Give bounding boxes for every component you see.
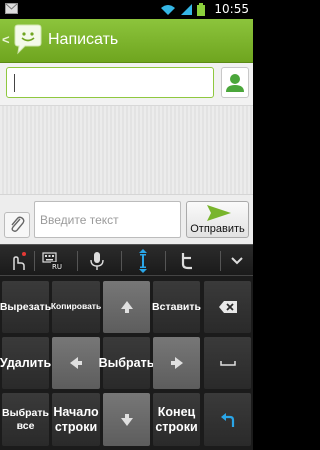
clock: 10:55: [214, 2, 249, 16]
line-end-key-label: Конец строки: [155, 405, 198, 434]
space-icon: [219, 361, 236, 366]
paste-key[interactable]: Вставить: [152, 281, 201, 333]
arrow-up-key[interactable]: [103, 281, 150, 333]
keyboard-language-icon: RU: [42, 252, 63, 271]
gesture-icon: [13, 252, 26, 270]
cut-key-label: Вырезать: [0, 300, 52, 313]
editing-keyboard: Вырезать Копировать Вставить Удалить Выб…: [0, 276, 253, 450]
undo-key[interactable]: [204, 393, 251, 446]
arrow-right-icon: [170, 357, 183, 369]
arrow-right-key[interactable]: [153, 337, 200, 389]
microphone-button[interactable]: [80, 245, 114, 277]
keyboard-language-button[interactable]: RU: [35, 245, 69, 277]
page-title: Написать: [48, 31, 119, 48]
keyboard-toolbar: RU: [0, 244, 253, 276]
send-button[interactable]: Отправить: [186, 201, 249, 238]
twitter-icon: [181, 253, 192, 270]
select-key-label: Выбрать: [98, 355, 155, 370]
twitter-button[interactable]: [170, 245, 204, 277]
back-button[interactable]: <: [2, 32, 10, 47]
select-all-key-label: Выбрать все: [2, 407, 49, 432]
message-placeholder: Введите текст: [40, 213, 119, 227]
send-arrow-icon: [207, 205, 231, 221]
delete-key-label: Удалить: [0, 355, 52, 370]
text-cursor-button[interactable]: [126, 245, 160, 277]
app-logo-icon[interactable]: [11, 24, 45, 56]
arrow-down-key[interactable]: [103, 393, 150, 446]
compose-bar: Введите текст Отправить: [0, 194, 253, 244]
contact-icon: [226, 74, 244, 92]
microphone-icon: [90, 252, 104, 270]
signal-icon: [181, 3, 192, 15]
delete-key[interactable]: Удалить: [0, 337, 52, 389]
backspace-key[interactable]: [204, 281, 251, 333]
line-start-key-label: Начало строки: [53, 405, 99, 434]
action-bar: < Написать: [0, 19, 253, 63]
text-caret: [14, 74, 15, 92]
conversation-area: [0, 106, 253, 194]
select-all-key[interactable]: Выбрать все: [2, 393, 49, 446]
gesture-button[interactable]: [0, 245, 34, 277]
recipient-input[interactable]: [6, 67, 214, 98]
attach-button[interactable]: [4, 212, 30, 238]
toolbar-divider: [77, 251, 78, 271]
chevron-down-icon: [231, 257, 243, 265]
message-input[interactable]: Введите текст: [34, 201, 181, 238]
wifi-icon: [161, 4, 175, 15]
arrow-up-icon: [120, 301, 133, 313]
line-end-key[interactable]: Конец строки: [153, 393, 200, 446]
toolbar-divider: [121, 251, 122, 271]
cut-key[interactable]: Вырезать: [0, 281, 52, 333]
select-key[interactable]: Выбрать: [99, 337, 154, 389]
space-key[interactable]: [204, 337, 251, 389]
mail-icon: [5, 3, 18, 14]
paste-key-label: Вставить: [152, 300, 201, 313]
recipient-bar: [0, 63, 253, 106]
backspace-icon: [218, 301, 237, 313]
text-cursor-icon: [139, 249, 147, 273]
line-start-key[interactable]: Начало строки: [52, 393, 100, 446]
arrow-left-key[interactable]: [52, 337, 100, 389]
send-label: Отправить: [190, 223, 245, 235]
status-bar: 10:55: [0, 0, 253, 19]
language-badge: RU: [52, 263, 62, 271]
copy-key-label: Копировать: [50, 301, 102, 312]
arrow-down-icon: [120, 413, 133, 426]
contacts-button[interactable]: [221, 67, 249, 98]
toolbar-divider: [165, 251, 166, 271]
copy-key[interactable]: Копировать: [50, 281, 102, 333]
paperclip-icon: [11, 216, 25, 232]
arrow-left-icon: [70, 357, 82, 369]
collapse-keyboard-button[interactable]: [221, 245, 253, 277]
undo-icon: [220, 412, 234, 427]
battery-icon: [197, 3, 205, 16]
